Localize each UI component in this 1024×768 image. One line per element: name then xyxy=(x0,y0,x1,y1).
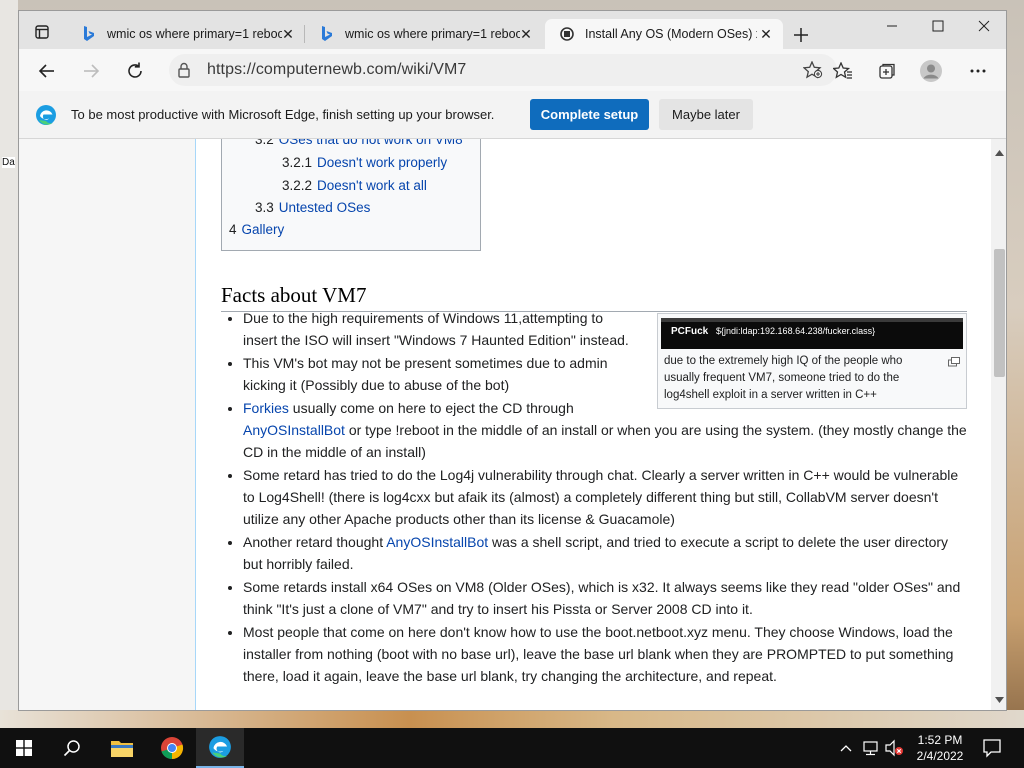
desktop-wallpaper xyxy=(0,710,1024,728)
edge-logo-icon xyxy=(35,104,57,131)
file-explorer-button[interactable] xyxy=(98,728,146,768)
tab-bar: wmic os where primary=1 reboot ✕ wmic os… xyxy=(19,11,1006,49)
maybe-later-button[interactable]: Maybe later xyxy=(659,99,753,130)
vertical-scrollbar[interactable] xyxy=(991,139,1006,710)
forward-button[interactable] xyxy=(77,57,105,85)
plus-icon xyxy=(794,28,808,42)
tab-actions-button[interactable] xyxy=(25,19,59,45)
toc-item[interactable]: 3.3 Untested OSes xyxy=(255,200,370,215)
toc-item[interactable]: 3.2 OSes that do not work on VM8 xyxy=(255,139,463,147)
address-bar[interactable]: https://computernewb.com/wiki/VM7 xyxy=(169,54,837,86)
wiki-content: 3.2 OSes that do not work on VM8 3.2.1 Doe… xyxy=(195,139,991,710)
list-item: Another retard thought AnyOSInstallBot w… xyxy=(243,531,968,575)
facts-list: Due to the high requirements of Windows … xyxy=(243,307,968,688)
page-viewport: 3.2 OSes that do not work on VM8 3.2.1 Doe… xyxy=(19,139,991,710)
clock-date: 2/4/2022 xyxy=(916,749,964,763)
more-icon xyxy=(970,69,986,73)
refresh-icon xyxy=(128,62,142,78)
taskbar: 1:52 PM 2/4/2022 xyxy=(0,728,1024,768)
scrollbar-thumb[interactable] xyxy=(994,249,1005,377)
forward-arrow-icon xyxy=(84,64,100,78)
desktop-edge: Da xyxy=(0,0,18,728)
complete-setup-button[interactable]: Complete setup xyxy=(530,99,649,130)
infobar-message: To be most productive with Microsoft Edg… xyxy=(71,107,495,122)
folder-icon xyxy=(111,741,133,757)
table-of-contents: 3.2 OSes that do not work on VM8 3.2.1 Doe… xyxy=(221,139,481,251)
list-item: Some retards install x64 OSes on VM8 (Ol… xyxy=(243,576,968,620)
back-button[interactable] xyxy=(33,57,61,85)
minimize-button[interactable] xyxy=(869,11,915,41)
tab-title: wmic os where primary=1 reboot xyxy=(107,27,282,41)
tab-title: Install Any OS (Modern OSes) x86 xyxy=(585,27,757,41)
search-button[interactable] xyxy=(48,728,96,768)
collections-button[interactable] xyxy=(873,57,901,85)
chrome-button[interactable] xyxy=(148,728,196,768)
list-item: Forkies usually come on here to eject th… xyxy=(243,397,968,463)
lock-icon[interactable] xyxy=(177,62,191,83)
refresh-button[interactable] xyxy=(121,57,149,85)
search-icon xyxy=(63,740,80,757)
list-item: Due to the high requirements of Windows … xyxy=(243,307,633,351)
url-text[interactable]: https://computernewb.com/wiki/VM7 xyxy=(207,61,466,79)
setup-infobar: To be most productive with Microsoft Edg… xyxy=(19,91,1006,139)
tab-3-active[interactable]: Install Any OS (Modern OSes) x86 ✕ xyxy=(545,19,783,49)
anyosinstallbot-link[interactable]: AnyOSInstallBot xyxy=(386,534,488,550)
list-item: This VM's bot may not be present sometim… xyxy=(243,352,633,396)
edge-icon xyxy=(209,736,231,758)
tab-1[interactable]: wmic os where primary=1 reboot ✕ xyxy=(67,19,305,49)
bing-icon xyxy=(319,26,335,42)
list-item: Most people that come on here don't know… xyxy=(243,621,968,687)
notifications-icon[interactable] xyxy=(982,738,1002,763)
scroll-up-icon[interactable] xyxy=(995,143,1004,161)
toc-item[interactable]: 4 Gallery xyxy=(229,222,284,237)
avatar-icon xyxy=(920,60,942,82)
favorites-button[interactable] xyxy=(829,57,857,85)
close-window-button[interactable] xyxy=(961,11,1006,41)
new-tab-button[interactable] xyxy=(789,23,813,47)
site-icon xyxy=(559,26,575,42)
close-icon xyxy=(978,20,990,32)
close-tab-icon[interactable]: ✕ xyxy=(517,25,535,43)
tab-title: wmic os where primary=1 reboot xyxy=(345,27,520,41)
minimize-icon xyxy=(887,25,897,27)
desktop-icon-label: Da xyxy=(2,157,15,168)
forkies-link[interactable]: Forkies xyxy=(243,400,289,416)
anyosinstallbot-link[interactable]: AnyOSInstallBot xyxy=(243,422,345,438)
system-clock[interactable]: 1:52 PM 2/4/2022 xyxy=(905,732,975,764)
browser-window: wmic os where primary=1 reboot ✕ wmic os… xyxy=(18,10,1007,711)
collections-icon xyxy=(879,63,895,79)
back-arrow-icon xyxy=(38,64,54,78)
show-hidden-icons-icon[interactable] xyxy=(840,738,852,763)
close-tab-icon[interactable]: ✕ xyxy=(279,25,297,43)
toc-item[interactable]: 3.2.2 Doesn't work at all xyxy=(282,178,427,193)
volume-muted-icon[interactable] xyxy=(884,738,904,763)
edge-taskbar-button[interactable] xyxy=(196,728,244,768)
profile-button[interactable] xyxy=(917,57,945,85)
windows-logo-icon xyxy=(16,740,32,756)
tab-2[interactable]: wmic os where primary=1 reboot ✕ xyxy=(305,19,543,49)
tab-actions-icon xyxy=(35,25,49,39)
toc-item[interactable]: 3.2.1 Doesn't work properly xyxy=(282,155,447,170)
navigation-toolbar: https://computernewb.com/wiki/VM7 xyxy=(19,49,1006,91)
maximize-button[interactable] xyxy=(915,11,961,41)
network-icon[interactable] xyxy=(862,738,880,763)
start-button[interactable] xyxy=(0,728,48,768)
close-tab-icon[interactable]: ✕ xyxy=(757,25,775,43)
add-favorite-icon[interactable] xyxy=(802,60,823,84)
favorites-icon xyxy=(833,62,852,79)
scroll-down-icon[interactable] xyxy=(995,690,1004,708)
clock-time: 1:52 PM xyxy=(917,733,963,747)
chrome-icon xyxy=(161,737,184,760)
bing-icon xyxy=(81,26,97,42)
list-item: Some retard has tried to do the Log4j vu… xyxy=(243,464,968,530)
settings-menu-button[interactable] xyxy=(964,57,992,85)
maximize-icon xyxy=(932,20,944,32)
